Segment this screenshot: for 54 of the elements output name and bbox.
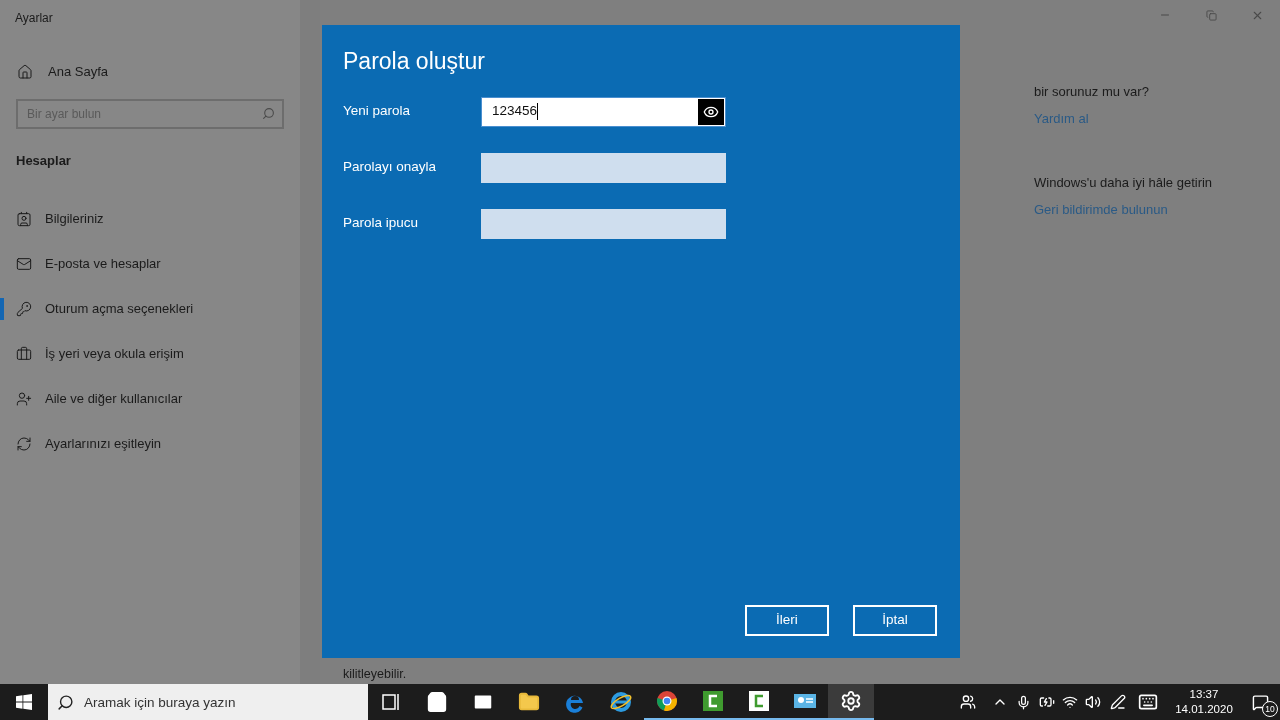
clock[interactable]: 13:37 14.01.2020 <box>1168 687 1240 717</box>
dialog-button[interactable]: İptal <box>853 605 937 636</box>
settings-icon <box>840 690 862 712</box>
notifications-button[interactable]: 10 <box>1240 684 1280 720</box>
battery-icon[interactable] <box>1039 694 1055 710</box>
sidebar-item[interactable]: Oturum açma seçenekleri <box>0 298 194 319</box>
field-label: Parolayı onayla <box>343 158 438 177</box>
task-view-icon <box>381 693 401 711</box>
presentation-app-icon <box>793 691 817 711</box>
microphone-icon[interactable] <box>1016 694 1031 710</box>
chrome-icon <box>656 690 678 712</box>
mail-icon <box>16 255 32 272</box>
windows-logo-icon <box>16 694 32 710</box>
home-link[interactable]: Ana Sayfa <box>0 62 108 82</box>
dialog-button[interactable]: İleri <box>745 605 829 636</box>
people-icon[interactable] <box>960 694 976 710</box>
camtasia-icon <box>748 690 770 712</box>
password-field[interactable] <box>481 208 726 239</box>
search-icon <box>57 694 74 711</box>
camtasia-icon <box>702 690 724 712</box>
home-icon <box>17 63 33 80</box>
sidebar-item[interactable]: E-posta ve hesaplar <box>0 253 161 274</box>
key-icon <box>16 300 32 317</box>
reveal-password-button[interactable] <box>698 98 724 125</box>
sidebar-item[interactable]: Aile ve diğer kullanıcılar <box>0 388 183 409</box>
help-question: bir sorunuz mu var? <box>1034 83 1150 101</box>
briefcase-icon <box>16 345 32 362</box>
password-field[interactable] <box>481 152 726 183</box>
field-label: Parola ipucu <box>343 214 420 233</box>
sidebar-item[interactable]: Bilgileriniz <box>0 208 104 229</box>
password-field[interactable]: 123456 <box>481 96 726 127</box>
person-add-icon <box>16 390 32 407</box>
taskbar-app[interactable] <box>828 684 874 720</box>
volume-icon[interactable] <box>1085 694 1101 710</box>
search-icon <box>262 106 275 120</box>
person-card-icon <box>16 210 32 227</box>
taskbar-search-field[interactable]: Aramak için buraya yazın <box>48 684 368 720</box>
sidebar-item[interactable]: İş yeri veya okula erişim <box>0 343 184 364</box>
ie-icon <box>609 691 633 713</box>
keyboard-icon[interactable] <box>1138 692 1158 712</box>
field-label: Yeni parola <box>343 102 412 121</box>
folder-icon <box>518 691 540 713</box>
section-heading: Hesaplar <box>15 151 72 170</box>
store-bag-icon <box>426 691 448 713</box>
pen-icon[interactable] <box>1110 694 1126 710</box>
sidebar-item[interactable]: Ayarlarınızı eşitleyin <box>0 433 162 454</box>
sync-icon <box>16 435 32 452</box>
restore-icon <box>1205 9 1217 21</box>
wifi-icon[interactable] <box>1062 694 1078 710</box>
feedback-heading: Windows'u daha iyi hâle getirin <box>1034 174 1214 192</box>
description-text: kilitleyebilir. <box>343 666 408 683</box>
window-title: Ayarlar <box>14 10 54 27</box>
notification-count: 10 <box>1262 701 1278 717</box>
dialog-title: Parola oluştur <box>343 47 486 76</box>
